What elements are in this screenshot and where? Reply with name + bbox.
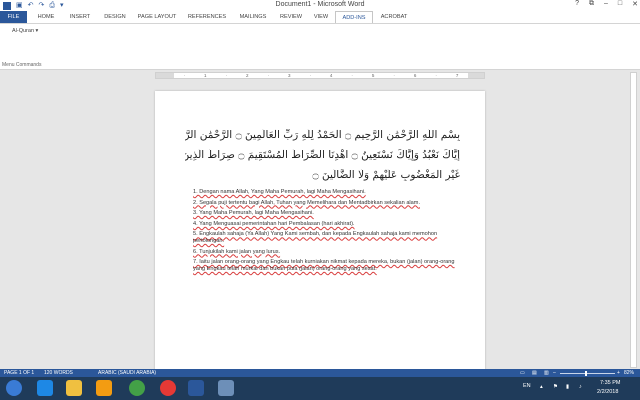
window-controls: ? ⧉ – □ ✕	[575, 0, 638, 8]
minimize-icon[interactable]: –	[604, 0, 608, 8]
zoom-slider[interactable]	[560, 371, 615, 376]
arabic-line: إِيَّاكَ نَعْبُدُ وَإِيَّاكَ نَسْتَعِينُ…	[185, 149, 460, 161]
verse-translation: 4. Yang Menguasai pemerintahan hari Pemb…	[193, 220, 355, 227]
ruler-tick: ·	[435, 73, 437, 78]
tab-page-layout[interactable]: PAGE LAYOUT	[134, 11, 180, 23]
ruler-ticks: · 1 · 2 · 3 · 4 · 5 · 6 · 7	[174, 73, 468, 78]
clock-time[interactable]: 7:35 PM	[600, 380, 620, 386]
zoom-level[interactable]: 82%	[624, 369, 634, 377]
tab-add-ins[interactable]: ADD-INS	[335, 11, 373, 23]
tab-mailings[interactable]: MAILINGS	[234, 11, 272, 23]
word-taskbar-icon[interactable]	[188, 380, 204, 396]
explorer-icon[interactable]	[66, 380, 82, 396]
volume-icon[interactable]: ♪	[579, 384, 582, 390]
document-page[interactable]: بِسْمِ اللَّهِ الرَّحْمَٰنِ الرَّحِيمِ ۝…	[155, 91, 485, 376]
translation-list: 1. Dengan nama Allah, Yang Maha Pemurah,…	[193, 189, 458, 276]
ruler-tick: 7	[455, 73, 459, 78]
tab-acrobat[interactable]: ACROBAT	[375, 11, 413, 23]
ribbon-display-icon[interactable]: ⧉	[589, 0, 594, 8]
ruler-tick: 3	[287, 73, 291, 78]
ie-icon[interactable]	[37, 380, 53, 396]
zoom-in-icon[interactable]: +	[617, 369, 620, 377]
chrome-icon[interactable]	[129, 380, 145, 396]
arabic-line: بِسْمِ اللَّهِ الرَّحْمَٰنِ الرَّحِيمِ ۝…	[185, 129, 460, 141]
verse-translation: 3. Yang Maha Pemurah, lagi Maha Mengasih…	[193, 210, 314, 217]
close-icon[interactable]: ✕	[632, 0, 638, 8]
network-icon[interactable]: ▮	[566, 384, 569, 390]
clock-date[interactable]: 2/2/2018	[597, 389, 618, 395]
language-indicator[interactable]: ARABIC (SAUDI ARABIA)	[98, 369, 156, 377]
print-layout-icon[interactable]: ▤	[532, 369, 537, 377]
group-label: Menu Commands	[2, 62, 42, 68]
tray-arrow-icon[interactable]: ▴	[540, 384, 543, 390]
ribbon-tabs: FILE HOME INSERT DESIGN PAGE LAYOUT REFE…	[0, 11, 640, 23]
verse-translation: 1. Dengan nama Allah, Yang Maha Pemurah,…	[193, 189, 366, 195]
ruler-tick: 4	[329, 73, 333, 78]
help-icon[interactable]: ?	[575, 0, 579, 8]
al-quran-button[interactable]: Al-Quran ▾	[12, 28, 38, 34]
language-tray[interactable]: EN	[523, 383, 531, 389]
window-title: Document1 - Microsoft Word	[275, 1, 365, 8]
media-player-icon[interactable]	[96, 380, 112, 396]
start-icon[interactable]	[6, 380, 22, 396]
zoom-out-icon[interactable]: –	[553, 369, 556, 377]
tab-references[interactable]: REFERENCES	[184, 11, 230, 23]
ruler-left-margin	[156, 73, 174, 78]
ruler-tick: ·	[225, 73, 227, 78]
page-count[interactable]: PAGE 1 OF 1	[4, 369, 34, 377]
ruler-tick: ·	[183, 73, 185, 78]
tab-view[interactable]: VIEW	[309, 11, 333, 23]
ruler-tick: ·	[393, 73, 395, 78]
tab-home[interactable]: HOME	[31, 11, 61, 23]
ruler-tick: ·	[267, 73, 269, 78]
zoom-slider-thumb[interactable]	[584, 371, 587, 376]
verse-translation: 7. Iaitu jalan orang-orang yang Engkau t…	[193, 259, 455, 272]
word-count[interactable]: 120 WORDS	[44, 369, 73, 377]
ruler-right-margin	[468, 73, 484, 78]
flag-icon[interactable]: ⚑	[553, 384, 558, 390]
tab-insert[interactable]: INSERT	[64, 11, 96, 23]
tab-file[interactable]: FILE	[0, 11, 27, 23]
tab-design[interactable]: DESIGN	[99, 11, 131, 23]
ribbon-panel: Al-Quran ▾ Menu Commands	[0, 23, 640, 70]
web-layout-icon[interactable]: ▥	[544, 369, 549, 377]
verse-translation: 6. Tunjukilah kami jalan yang lurus.	[193, 248, 281, 255]
ruler-tick: 5	[371, 73, 375, 78]
read-mode-icon[interactable]: ▭	[520, 369, 525, 377]
title-bar: W ▣ ↶ ↷ ⎙ ▾ Document1 - Microsoft Word ?…	[0, 0, 640, 11]
ruler-tick: 1	[203, 73, 207, 78]
maximize-icon[interactable]: □	[618, 0, 622, 8]
horizontal-ruler[interactable]: · 1 · 2 · 3 · 4 · 5 · 6 · 7	[155, 72, 485, 79]
app-taskbar-icon[interactable]	[218, 380, 234, 396]
ruler-tick: ·	[309, 73, 311, 78]
arabic-line: غَيْرِ الْمَغْضُوبِ عَلَيْهِمْ وَلَا الض…	[312, 169, 460, 181]
opera-icon[interactable]	[160, 380, 176, 396]
verse-translation: 2. Segala puji tertentu bagi Allah, Tuha…	[193, 199, 420, 206]
ruler-tick: 6	[413, 73, 417, 78]
status-bar: PAGE 1 OF 1 120 WORDS ARABIC (SAUDI ARAB…	[0, 369, 640, 377]
ruler-tick: 2	[245, 73, 249, 78]
vertical-ruler[interactable]	[630, 72, 637, 368]
tab-review[interactable]: REVIEW	[276, 11, 306, 23]
ruler-tick: ·	[351, 73, 353, 78]
verse-translation: 5. Engkaulah sahaja (Ya Allah) Yang Kami…	[193, 231, 438, 244]
windows-taskbar: EN ▴ ⚑ ▮ ♪ 7:35 PM 2/2/2018	[0, 377, 640, 400]
